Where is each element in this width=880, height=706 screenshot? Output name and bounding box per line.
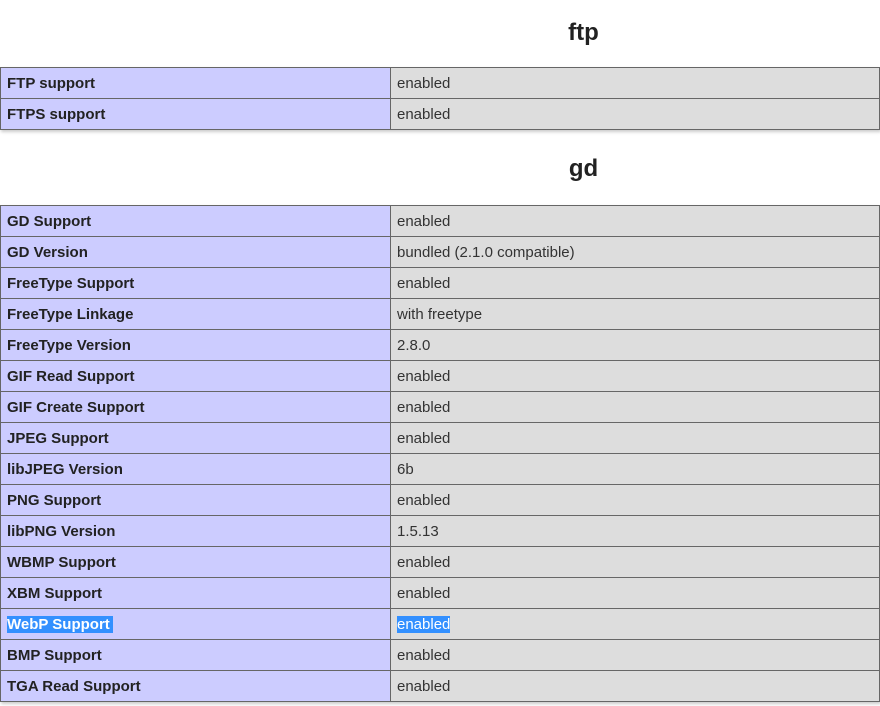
row-value: enabled <box>390 267 880 299</box>
row-key: TGA Read Support <box>0 670 391 702</box>
table-row: PNG Support enabled <box>0 484 880 516</box>
gd-info-table: GD Support enabled GD Version bundled (2… <box>0 205 880 702</box>
row-key: FTP support <box>0 67 391 99</box>
row-value: enabled <box>390 67 880 99</box>
row-value: enabled <box>390 360 880 392</box>
ftp-info-table: FTP support enabled FTPS support enabled <box>0 67 880 130</box>
row-value: enabled <box>390 422 880 454</box>
table-row-selected: WebP Support enabled <box>0 608 880 640</box>
row-value: enabled <box>390 577 880 609</box>
row-key: GD Support <box>0 205 391 237</box>
table-row: WBMP Support enabled <box>0 546 880 578</box>
row-value: enabled <box>390 670 880 702</box>
row-key: XBM Support <box>0 577 391 609</box>
section-title-ftp: ftp <box>0 0 880 67</box>
table-row: libPNG Version 1.5.13 <box>0 515 880 547</box>
table-row: JPEG Support enabled <box>0 422 880 454</box>
row-key-cell: WebP Support <box>0 608 391 640</box>
row-key: GD Version <box>0 236 391 268</box>
section-title-ftp-text: ftp <box>568 19 599 46</box>
row-key: libPNG Version <box>0 515 391 547</box>
table-row: FreeType Linkage with freetype <box>0 298 880 330</box>
table-row: TGA Read Support enabled <box>0 670 880 702</box>
table-row: GD Version bundled (2.1.0 compatible) <box>0 236 880 268</box>
row-value: enabled <box>390 205 880 237</box>
row-key: FreeType Version <box>0 329 391 361</box>
table-row: FTP support enabled <box>0 67 880 99</box>
table-row: GD Support enabled <box>0 205 880 237</box>
table-row: BMP Support enabled <box>0 639 880 671</box>
section-title-gd-text: gd <box>568 155 599 182</box>
row-key: FTPS support <box>0 98 391 130</box>
row-value: enabled <box>390 98 880 130</box>
row-value: enabled <box>390 484 880 516</box>
row-key: libJPEG Version <box>0 453 391 485</box>
row-value: 2.8.0 <box>390 329 880 361</box>
section-title-gd: gd <box>0 130 880 205</box>
row-key: GIF Read Support <box>0 360 391 392</box>
row-key: FreeType Support <box>0 267 391 299</box>
table-row: XBM Support enabled <box>0 577 880 609</box>
row-key: FreeType Linkage <box>0 298 391 330</box>
row-key: BMP Support <box>0 639 391 671</box>
row-value: with freetype <box>390 298 880 330</box>
row-value: enabled <box>390 391 880 423</box>
row-key: JPEG Support <box>0 422 391 454</box>
table-row: GIF Create Support enabled <box>0 391 880 423</box>
table-row: FreeType Version 2.8.0 <box>0 329 880 361</box>
row-key: PNG Support <box>0 484 391 516</box>
table-row: FreeType Support enabled <box>0 267 880 299</box>
selected-row-value: enabled <box>397 615 451 633</box>
row-key: GIF Create Support <box>0 391 391 423</box>
table-row: libJPEG Version 6b <box>0 453 880 485</box>
row-value: enabled <box>390 639 880 671</box>
table-row: GIF Read Support enabled <box>0 360 880 392</box>
row-key: WBMP Support <box>0 546 391 578</box>
row-value: bundled (2.1.0 compatible) <box>390 236 880 268</box>
row-value: enabled <box>390 546 880 578</box>
row-value: 1.5.13 <box>390 515 880 547</box>
row-value-cell: enabled <box>390 608 880 640</box>
selected-row-key: WebP Support <box>7 615 113 633</box>
table-row: FTPS support enabled <box>0 98 880 130</box>
row-value: 6b <box>390 453 880 485</box>
